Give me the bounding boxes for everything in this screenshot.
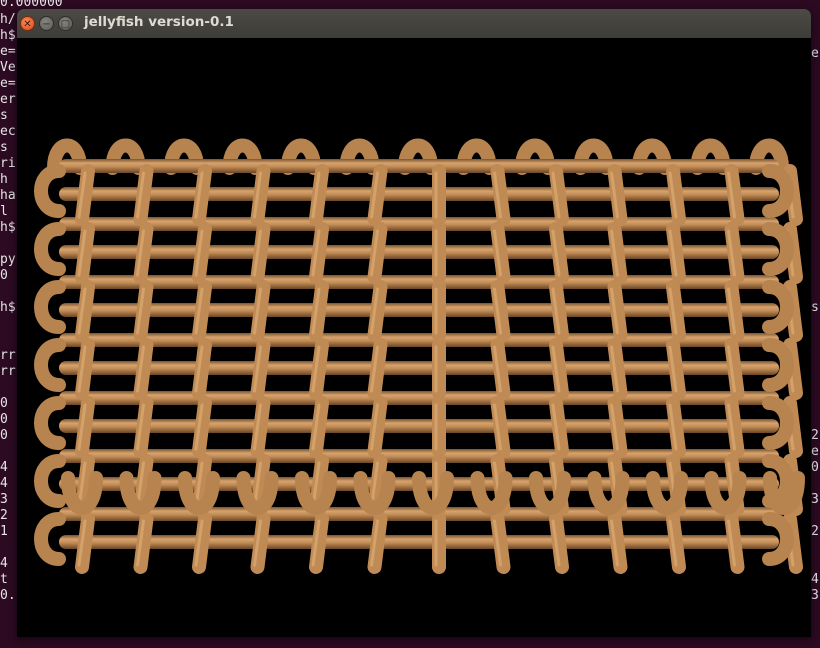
terminal-text: 2 [811, 524, 819, 539]
yarn-loop [34, 512, 66, 566]
terminal-text: 0 [0, 428, 8, 443]
terminal-text: h$ [0, 300, 16, 315]
terminal-text: 4 [811, 572, 819, 587]
render-canvas[interactable] [17, 38, 811, 637]
yarn-loop [34, 164, 66, 218]
terminal-text: h$ [0, 28, 16, 43]
terminal-text: h$ [0, 220, 16, 235]
title-bar[interactable]: ✕ − □ jellyfish version-0.1 [17, 9, 811, 39]
terminal-text: 3 [811, 588, 819, 603]
terminal-text: 2 [0, 508, 8, 523]
terminal-text: rr [0, 348, 16, 363]
yarn-loop [34, 396, 66, 450]
terminal-text: 0. [0, 588, 16, 603]
terminal-text: s [811, 300, 819, 315]
terminal-text: 0 [0, 396, 8, 411]
terminal-text: 1 [0, 524, 8, 539]
yarn-loop [34, 454, 66, 508]
yarn-loop [34, 222, 66, 276]
close-icon[interactable]: ✕ [20, 16, 35, 31]
terminal-text: e [811, 46, 819, 61]
terminal-text: rr [0, 364, 16, 379]
yarn-loop [34, 338, 66, 392]
window-title: jellyfish version-0.1 [84, 14, 234, 30]
terminal-text: h [0, 172, 8, 187]
terminal-text: er [0, 92, 16, 107]
maximize-icon[interactable]: □ [58, 16, 73, 31]
terminal-text: s [0, 108, 8, 123]
terminal-text: 0 [811, 460, 819, 475]
terminal-text: 3 [811, 492, 819, 507]
terminal-text: l [0, 204, 8, 219]
terminal-text: h/ [0, 12, 16, 27]
terminal-text: s [0, 140, 8, 155]
terminal-text: ec [0, 124, 16, 139]
terminal-text: ha [0, 188, 16, 203]
knitted-fabric-render [34, 138, 805, 574]
terminal-text: 2 [811, 428, 819, 443]
app-window: ✕ − □ jellyfish version-0.1 [17, 9, 811, 637]
terminal-text: 3 [0, 492, 8, 507]
terminal-text: 4 [0, 460, 8, 475]
terminal-text: 4 [0, 476, 8, 491]
terminal-text: 4 [0, 556, 8, 571]
terminal-text: e [811, 444, 819, 459]
terminal-text: e= [0, 44, 16, 59]
yarn-loop [34, 280, 66, 334]
terminal-text: ri [0, 156, 16, 171]
terminal-text: py [0, 252, 16, 267]
terminal-text: 0 [0, 268, 8, 283]
terminal-text: e= [0, 76, 16, 91]
terminal-text: t [0, 572, 8, 587]
minimize-icon[interactable]: − [39, 16, 54, 31]
terminal-text: 0 [0, 412, 8, 427]
terminal-text: Ve [0, 60, 16, 75]
